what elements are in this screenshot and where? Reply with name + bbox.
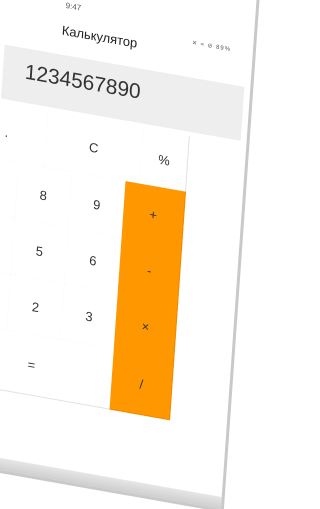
status-time: 9:47 [65, 0, 82, 13]
status-icons: ✕ ≈ ⊘ 89% [191, 40, 232, 54]
display-value: 1234567890 [24, 60, 142, 104]
dot-button[interactable]: . [0, 96, 50, 168]
keypad: . C % 7 8 9 + 4 5 6 - 1 2 3 × = / [0, 96, 238, 508]
divide-button[interactable]: / [109, 348, 175, 421]
percent-button[interactable]: % [139, 127, 190, 193]
phone-screen: 9:47 ✕ ≈ ⊘ 89% Калькулятор 1234567890 . … [0, 0, 257, 509]
